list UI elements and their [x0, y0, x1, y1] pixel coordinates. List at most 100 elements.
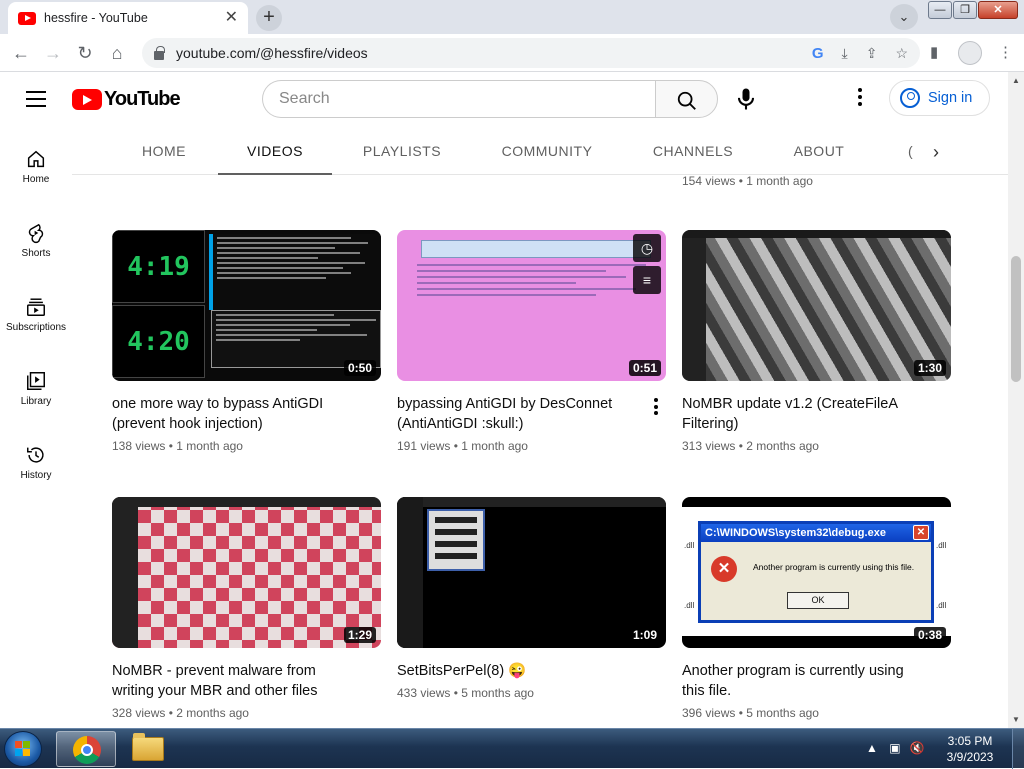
- chrome-icon: [73, 736, 101, 764]
- youtube-logo[interactable]: YouTube: [72, 88, 181, 111]
- video-title[interactable]: SetBitsPerPel(8) 😜: [397, 661, 666, 681]
- browser-tab[interactable]: hessfire - YouTube ✕: [8, 2, 248, 34]
- error-icon: ✕: [711, 556, 737, 582]
- video-meta: 433 views • 5 months ago: [397, 686, 666, 700]
- tab-search-button[interactable]: ⌄: [890, 4, 918, 30]
- video-card[interactable]: 1:09 SetBitsPerPel(8) 😜 433 views • 5 mo…: [397, 497, 666, 700]
- browser-menu-icon[interactable]: ⋮: [998, 43, 1013, 61]
- window-minimize-button[interactable]: —: [928, 1, 952, 19]
- video-title[interactable]: Another program is currently using this …: [682, 661, 951, 701]
- tab-playlists[interactable]: PLAYLISTS: [352, 128, 452, 175]
- sign-in-button[interactable]: Sign in: [889, 80, 990, 116]
- video-title[interactable]: one more way to bypass AntiGDI (prevent …: [112, 394, 381, 434]
- video-card[interactable]: .dll .dll .dll .dll C:\WINDOWS\system32\…: [682, 497, 951, 720]
- lock-icon[interactable]: [154, 45, 165, 60]
- video-meta: 191 views • 1 month ago: [397, 439, 666, 453]
- video-views: 433 views: [397, 686, 451, 700]
- network-icon[interactable]: ▣: [889, 741, 900, 755]
- guide-item-home[interactable]: Home: [0, 128, 72, 200]
- video-title[interactable]: NoMBR - prevent malware from writing you…: [112, 661, 381, 701]
- url-text[interactable]: youtube.com/@hessfire/videos: [176, 45, 794, 61]
- tab-videos[interactable]: VIDEOS: [218, 128, 332, 175]
- chevron-right-icon[interactable]: ›: [922, 138, 950, 166]
- volume-muted-icon[interactable]: 🔇: [910, 741, 925, 755]
- youtube-play-icon: [72, 89, 102, 110]
- video-action-menu-icon[interactable]: [648, 398, 664, 418]
- video-card[interactable]: 1:29 NoMBR - prevent malware from writin…: [112, 497, 381, 720]
- start-button[interactable]: [4, 731, 42, 767]
- guide-item-shorts[interactable]: Shorts: [0, 202, 72, 274]
- show-desktop-button[interactable]: [1012, 729, 1024, 769]
- thumb-sidebar: [397, 497, 423, 648]
- video-title[interactable]: bypassing AntiGDI by DesConnet (AntiAnti…: [397, 394, 666, 434]
- scroll-up-arrow-icon[interactable]: ▲: [1012, 76, 1020, 85]
- logo-wordmark: YouTube: [104, 88, 181, 110]
- share-icon[interactable]: ⇪: [866, 45, 878, 62]
- thumb-dll-label: .dll: [684, 601, 695, 610]
- guide-label-home: Home: [22, 174, 50, 185]
- window-maximize-button[interactable]: ❐: [953, 1, 977, 19]
- guide-item-subscriptions[interactable]: Subscriptions: [0, 276, 72, 348]
- new-tab-button[interactable]: +: [256, 5, 282, 31]
- window-close-button[interactable]: ✕: [978, 1, 1018, 19]
- install-app-icon[interactable]: ⤓: [842, 45, 848, 62]
- search-button[interactable]: [655, 80, 718, 118]
- google-translate-icon[interactable]: G: [812, 45, 824, 62]
- tray-expand-icon[interactable]: ▲: [866, 741, 878, 755]
- video-card[interactable]: 4:19 4:20 0:50 one more way to bypass An…: [112, 230, 381, 453]
- meta-separator: •: [735, 439, 747, 453]
- guide-label-subscriptions: Subscriptions: [5, 322, 67, 333]
- search-icon: [677, 91, 696, 110]
- tab-close-icon[interactable]: ✕: [225, 10, 238, 26]
- taskbar-explorer[interactable]: [120, 731, 180, 767]
- video-thumbnail[interactable]: .dll .dll .dll .dll C:\WINDOWS\system32\…: [682, 497, 951, 648]
- library-icon: [27, 372, 45, 390]
- clock-time: 3:05 PM: [947, 734, 993, 748]
- video-thumbnail[interactable]: 1:09: [397, 497, 666, 648]
- scroll-down-arrow-icon[interactable]: ▼: [1012, 715, 1020, 724]
- guide-item-library[interactable]: Library: [0, 350, 72, 422]
- page-scrollbar[interactable]: ▲ ▼: [1008, 72, 1024, 728]
- taskbar-clock[interactable]: 3:05 PM 3/9/2023: [940, 733, 1000, 765]
- watch-later-icon[interactable]: ◷: [633, 234, 661, 262]
- video-thumbnail[interactable]: 4:19 4:20 0:50: [112, 230, 381, 381]
- tab-home[interactable]: HOME: [128, 128, 200, 175]
- bookmark-star-icon[interactable]: ☆: [895, 45, 908, 62]
- address-bar[interactable]: youtube.com/@hessfire/videos G ⤓ ⇪ ☆: [142, 38, 920, 68]
- guide-menu-icon[interactable]: [26, 91, 46, 107]
- video-thumbnail[interactable]: 1:29: [112, 497, 381, 648]
- dialog-ok-button: OK: [787, 592, 849, 609]
- add-to-queue-icon[interactable]: ≡: [633, 266, 661, 294]
- home-icon[interactable]: ⌂: [104, 40, 130, 66]
- voice-search-button[interactable]: [732, 85, 760, 113]
- forward-arrow-icon[interactable]: →: [40, 40, 66, 66]
- profile-avatar-icon[interactable]: [958, 41, 982, 65]
- dialog-title: C:\WINDOWS\system32\debug.exe: [705, 527, 886, 539]
- tab-overflow[interactable]: (: [908, 128, 913, 175]
- reload-icon[interactable]: ↻: [72, 40, 98, 66]
- video-meta: 313 views • 2 months ago: [682, 439, 951, 453]
- guide-item-history[interactable]: History: [0, 424, 72, 496]
- tab-channels[interactable]: CHANNELS: [642, 128, 744, 175]
- video-thumbnail[interactable]: ◷ ≡ 0:51: [397, 230, 666, 381]
- side-panel-icon[interactable]: ▮: [930, 43, 938, 61]
- browser-toolbar: ← → ↻ ⌂ youtube.com/@hessfire/videos G ⤓…: [0, 34, 1024, 72]
- meta-separator: •: [165, 439, 177, 453]
- clock-date: 3/9/2023: [946, 750, 994, 764]
- thumb-dll-label: .dll: [936, 541, 947, 550]
- back-arrow-icon[interactable]: ←: [8, 40, 34, 66]
- video-title[interactable]: NoMBR update v1.2 (CreateFileA Filtering…: [682, 394, 951, 434]
- video-card[interactable]: 1:30 NoMBR update v1.2 (CreateFileA Filt…: [682, 230, 951, 453]
- tab-title: hessfire - YouTube: [44, 11, 148, 25]
- system-tray: ▲ ▣ 🔇: [866, 741, 925, 755]
- taskbar-chrome[interactable]: [56, 731, 116, 767]
- search-input[interactable]: Search: [262, 80, 656, 118]
- video-thumbnail[interactable]: 1:30: [682, 230, 951, 381]
- tab-about[interactable]: ABOUT: [784, 128, 854, 175]
- scrollbar-thumb[interactable]: [1011, 256, 1021, 382]
- tab-community[interactable]: COMMUNITY: [490, 128, 604, 175]
- video-card[interactable]: ◷ ≡ 0:51 bypassing AntiGDI by DesConnet …: [397, 230, 666, 453]
- video-duration: 1:09: [628, 627, 661, 643]
- meta-separator: •: [165, 706, 177, 720]
- settings-kebab-icon[interactable]: [852, 88, 868, 110]
